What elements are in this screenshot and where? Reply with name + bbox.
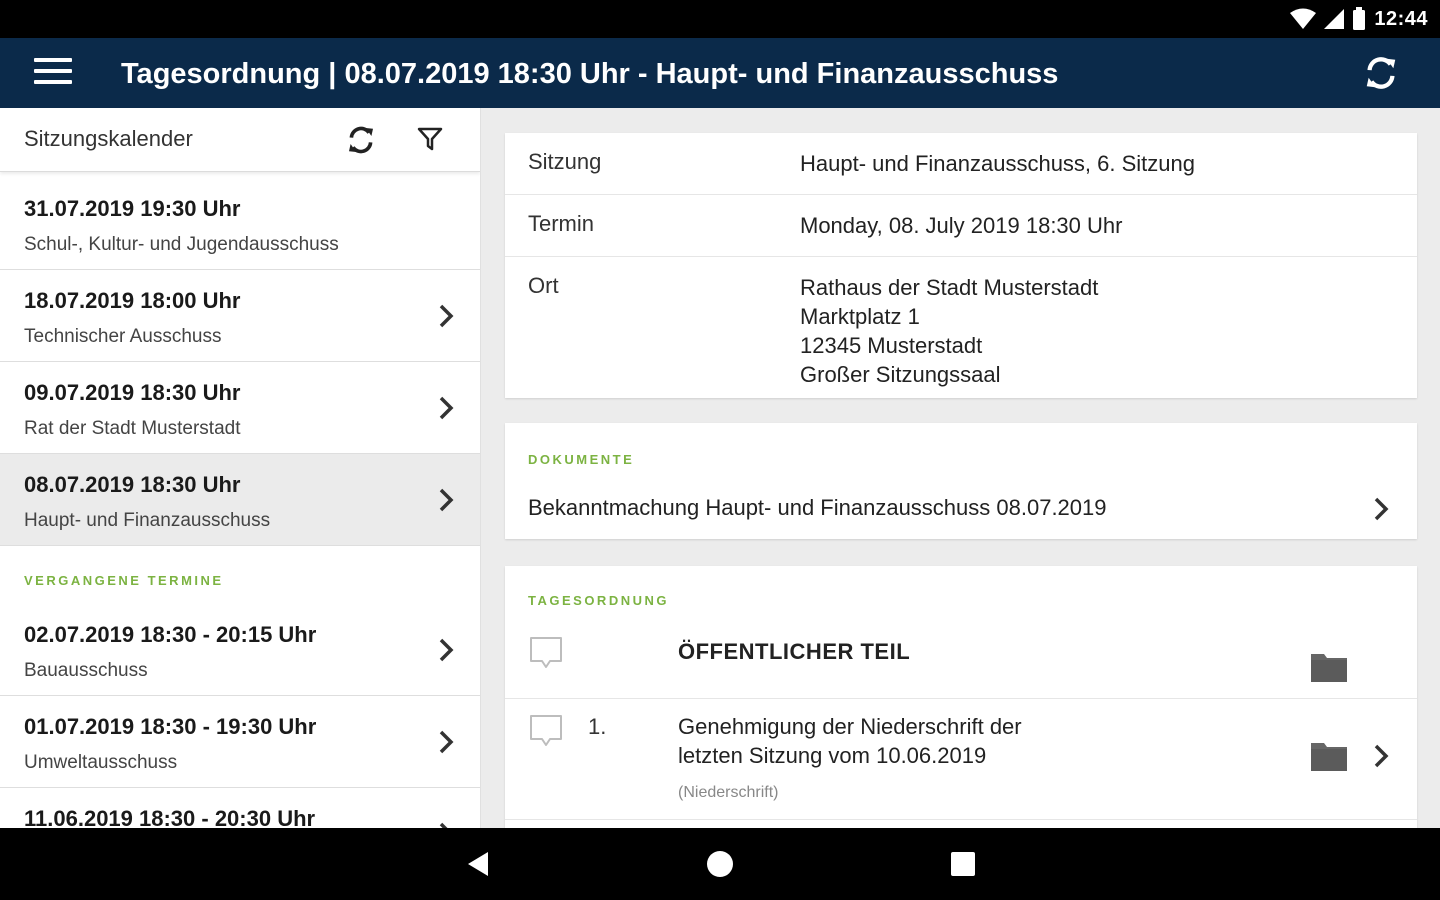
refresh-icon[interactable]: [1362, 54, 1400, 92]
meeting-date: 01.07.2019 18:30 - 19:30 Uhr: [24, 714, 317, 739]
agenda-item[interactable]: 1. Genehmigung der Niederschrift der let…: [505, 700, 1417, 820]
meeting-list-item[interactable]: 09.07.2019 18:30 Uhr Rat der Stadt Muste…: [0, 362, 480, 454]
agenda-item-number: 1.: [588, 714, 607, 739]
sync-icon[interactable]: [345, 124, 377, 156]
meeting-detail-panel: Sitzung Haupt- und Finanzausschuss, 6. S…: [482, 108, 1440, 828]
meeting-date: 09.07.2019 18:30 Uhr: [24, 380, 241, 405]
meeting-list-item[interactable]: 31.07.2019 19:30 Uhr Schul-, Kultur- und…: [0, 178, 480, 270]
chevron-right-icon: [439, 396, 454, 420]
agenda-label: TAGESORDNUNG: [528, 593, 669, 608]
chevron-right-icon[interactable]: [1369, 742, 1393, 770]
meeting-date: 11.06.2019 18:30 - 20:30 Uhr: [24, 806, 316, 828]
meeting-committee: Rat der Stadt Musterstadt: [24, 418, 241, 439]
meeting-list-item[interactable]: 18.07.2019 18:00 Uhr Technischer Ausschu…: [0, 270, 480, 362]
agenda-card: TAGESORDNUNG ÖFFENTLICHER TEIL 1. Genehm…: [505, 566, 1417, 828]
chevron-right-icon: [439, 730, 454, 754]
documents-label: DOKUMENTE: [528, 452, 635, 467]
agenda-item-subtitle: (Niederschrift): [678, 784, 779, 801]
meeting-committee: Schul-, Kultur- und Jugendausschuss: [24, 234, 339, 255]
address-line: 12345 Musterstadt: [800, 333, 983, 358]
document-link[interactable]: Bekanntmachung Haupt- und Finanzausschus…: [528, 495, 1107, 521]
signal-icon: [1324, 9, 1345, 29]
agenda-title-line: Genehmigung der Niederschrift der: [678, 714, 1022, 739]
agenda-item-title: ÖFFENTLICHER TEIL: [678, 639, 911, 664]
info-row-ort: Ort Rathaus der Stadt Musterstadt Marktp…: [505, 257, 1417, 398]
meeting-date: 02.07.2019 18:30 - 20:15 Uhr: [24, 622, 317, 647]
info-label: Termin: [528, 211, 595, 236]
address-line: Großer Sitzungssaal: [800, 362, 1001, 387]
agenda-item-title: Genehmigung der Niederschrift der letzte…: [678, 712, 1022, 770]
filter-icon[interactable]: [416, 124, 444, 152]
chevron-right-icon: [439, 822, 448, 828]
recents-icon[interactable]: [945, 846, 981, 882]
folder-icon[interactable]: [1310, 740, 1348, 772]
meeting-committee: Umweltausschuss: [24, 752, 178, 773]
system-navigation-bar: [0, 828, 1440, 900]
info-value: Monday, 08. July 2019 18:30 Uhr: [800, 213, 1123, 238]
status-time: 12:44: [1374, 7, 1428, 30]
info-label: Sitzung: [528, 149, 602, 174]
meeting-committee: Haupt- und Finanzausschuss: [24, 510, 271, 531]
meeting-list-item[interactable]: 11.06.2019 18:30 - 20:30 Uhr: [0, 788, 480, 828]
address-line: Rathaus der Stadt Musterstadt: [800, 275, 1099, 300]
info-value: Haupt- und Finanzausschuss, 6. Sitzung: [800, 151, 1196, 176]
meeting-committee: Bauausschuss: [24, 660, 148, 681]
page-title: Tagesordnung | 08.07.2019 18:30 Uhr - Ha…: [121, 58, 1059, 90]
sidebar-title: Sitzungskalender: [24, 126, 193, 151]
comment-icon[interactable]: [528, 635, 564, 671]
menu-icon[interactable]: [34, 58, 72, 88]
address-line: Marktplatz 1: [800, 304, 920, 329]
meeting-date: 08.07.2019 18:30 Uhr: [24, 472, 241, 497]
address-block: Rathaus der Stadt Musterstadt Marktplatz…: [800, 273, 1098, 389]
chevron-right-icon[interactable]: [1369, 495, 1393, 523]
documents-card: DOKUMENTE Bekanntmachung Haupt- und Fina…: [505, 423, 1417, 539]
meeting-list-item[interactable]: 02.07.2019 18:30 - 20:15 Uhr Bauausschus…: [0, 604, 480, 696]
wifi-icon: [1290, 8, 1317, 29]
comment-icon[interactable]: [528, 713, 564, 749]
meeting-date: 18.07.2019 18:00 Uhr: [24, 288, 241, 313]
back-icon[interactable]: [460, 846, 496, 882]
battery-icon: [1353, 7, 1366, 30]
chevron-right-icon: [439, 488, 454, 512]
info-row-sitzung: Sitzung Haupt- und Finanzausschuss, 6. S…: [505, 133, 1417, 195]
meeting-list-item-selected[interactable]: 08.07.2019 18:30 Uhr Haupt- und Finanzau…: [0, 454, 480, 546]
status-bar: 12:44: [0, 0, 1440, 38]
agenda-item[interactable]: ÖFFENTLICHER TEIL: [505, 621, 1417, 699]
info-row-termin: Termin Monday, 08. July 2019 18:30 Uhr: [505, 195, 1417, 257]
meeting-list-item[interactable]: 01.07.2019 18:30 - 19:30 Uhr Umweltaussc…: [0, 696, 480, 788]
past-meetings-label: VERGANGENE TERMINE: [24, 573, 224, 588]
meeting-info-card: Sitzung Haupt- und Finanzausschuss, 6. S…: [505, 133, 1417, 398]
app-bar: Tagesordnung | 08.07.2019 18:30 Uhr - Ha…: [0, 38, 1440, 108]
agenda-title-line: letzten Sitzung vom 10.06.2019: [678, 743, 987, 768]
folder-icon[interactable]: [1310, 651, 1348, 683]
chevron-right-icon: [439, 304, 454, 328]
meeting-committee: Technischer Ausschuss: [24, 326, 222, 347]
meeting-calendar-sidebar: Sitzungskalender 31.07.2019 19:30 Uhr Sc…: [0, 108, 481, 828]
home-icon[interactable]: [702, 846, 738, 882]
info-label: Ort: [528, 273, 559, 298]
sidebar-header: Sitzungskalender: [0, 108, 480, 172]
chevron-right-icon: [439, 638, 454, 662]
meeting-date: 31.07.2019 19:30 Uhr: [24, 196, 241, 221]
